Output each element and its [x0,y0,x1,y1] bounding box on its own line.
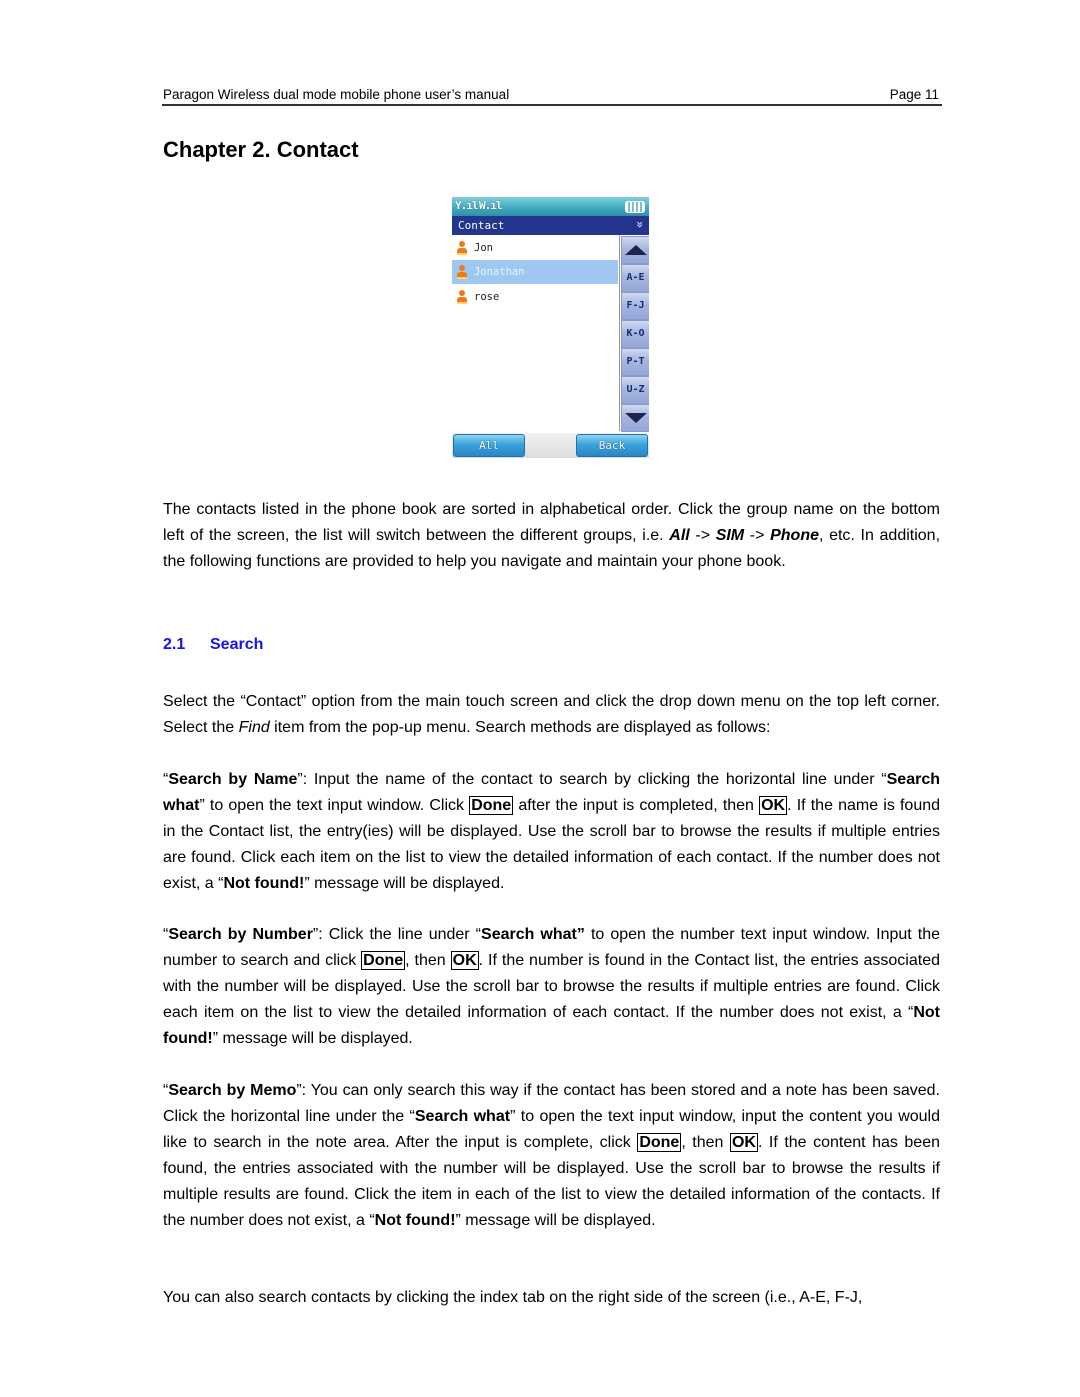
term-search-by-memo: Search by Memo [168,1082,297,1099]
index-tab-u-z[interactable]: U-Z [621,376,649,404]
search-by-memo-paragraph: “Search by Memo”: You can only search th… [163,1078,940,1234]
text: ”: Click the line under “ [312,926,482,943]
text: item from the pop-up menu. Search method… [269,719,771,736]
group-all: All [669,527,690,544]
scroll-up-button[interactable] [621,236,649,264]
ok-key-label: OK [450,951,479,970]
header-rule [162,104,942,106]
done-key-label: Done [637,1133,682,1152]
section-number: 2.1 [163,636,186,653]
battery-icon [625,201,645,213]
page-number: Page 11 [889,87,939,102]
manual-title: Paragon Wireless dual mode mobile phone … [163,87,510,102]
chapter-title: Chapter 2. Contact [163,137,359,162]
text: ” message will be displayed. [304,875,505,892]
index-tab-k-o[interactable]: K-O [621,320,649,348]
ok-key-label: OK [759,796,788,815]
term-search-by-number: Search by Number [168,926,313,943]
group-sim: SIM [715,527,745,544]
not-found-message: Not found! [374,1212,456,1229]
text: after the input is completed, then [513,797,760,814]
text: ” message will be displayed. [455,1212,656,1229]
search-by-name-paragraph: “Search by Name”: Input the name of the … [163,767,940,897]
title-bar: Contact » [452,216,649,235]
contact-list-item-selected[interactable]: Jonathan [452,260,618,284]
scroll-down-button[interactable] [621,404,649,432]
index-tab-p-t[interactable]: P-T [621,348,649,376]
person-icon [457,265,467,279]
done-key-label: Done [469,796,514,815]
index-tab-column: A-E F-J K-O P-T U-Z [619,235,649,432]
text: , then [405,952,451,969]
contact-name: rose [474,291,500,303]
term-search-what: Search what [414,1108,511,1125]
term-search-what: Search what” [481,926,585,943]
index-tab-f-j[interactable]: F-J [621,292,649,320]
find-term: Find [238,719,270,736]
arrow-up-icon [625,245,647,255]
person-icon [457,241,467,255]
text: ”: Input the name of the contact to sear… [297,771,887,788]
person-icon [457,290,467,304]
not-found-message: Not found! [223,875,305,892]
running-header: Paragon Wireless dual mode mobile phone … [163,86,941,104]
group-all-button[interactable]: All [453,434,525,457]
search-intro-paragraph: Select the “Contact” option from the mai… [163,689,940,741]
contact-name: Jonathan [474,266,525,278]
group-phone: Phone [770,527,819,544]
chevron-down-icon[interactable]: » [632,221,647,228]
search-by-number-paragraph: “Search by Number”: Click the line under… [163,922,940,1052]
section-title: Search [210,636,264,653]
contact-list-item[interactable]: Jon [452,236,618,260]
status-bar: Y.ıl W.ıl [452,197,649,216]
text: ” message will be displayed. [212,1030,413,1047]
phone-screenshot: Y.ıl W.ıl Contact » Jon Jonathan rose A-… [452,197,649,458]
contact-list-item[interactable]: rose [452,285,618,309]
signal-icon: Y.ıl [455,199,478,212]
section-heading: 2.1 Search [163,634,263,656]
back-button[interactable]: Back [576,434,648,457]
text: -> [689,527,716,544]
screen-title: Contact [458,219,505,232]
manual-page: Paragon Wireless dual mode mobile phone … [0,0,1080,1397]
text: -> [744,527,771,544]
intro-paragraph: The contacts listed in the phone book ar… [163,497,940,575]
text: ” to open the text input window. Click [199,797,470,814]
arrow-down-icon [625,413,647,423]
text: , then [681,1134,730,1151]
index-tab-note: You can also search contacts by clicking… [163,1289,863,1306]
ok-key-label: OK [729,1133,758,1152]
done-key-label: Done [361,951,406,970]
contact-name: Jon [474,242,493,254]
soft-key-bar: All Back [452,433,649,458]
index-tab-a-e[interactable]: A-E [621,264,649,292]
term-search-by-name: Search by Name [168,771,298,788]
wifi-signal-icon: W.ıl [479,199,502,212]
